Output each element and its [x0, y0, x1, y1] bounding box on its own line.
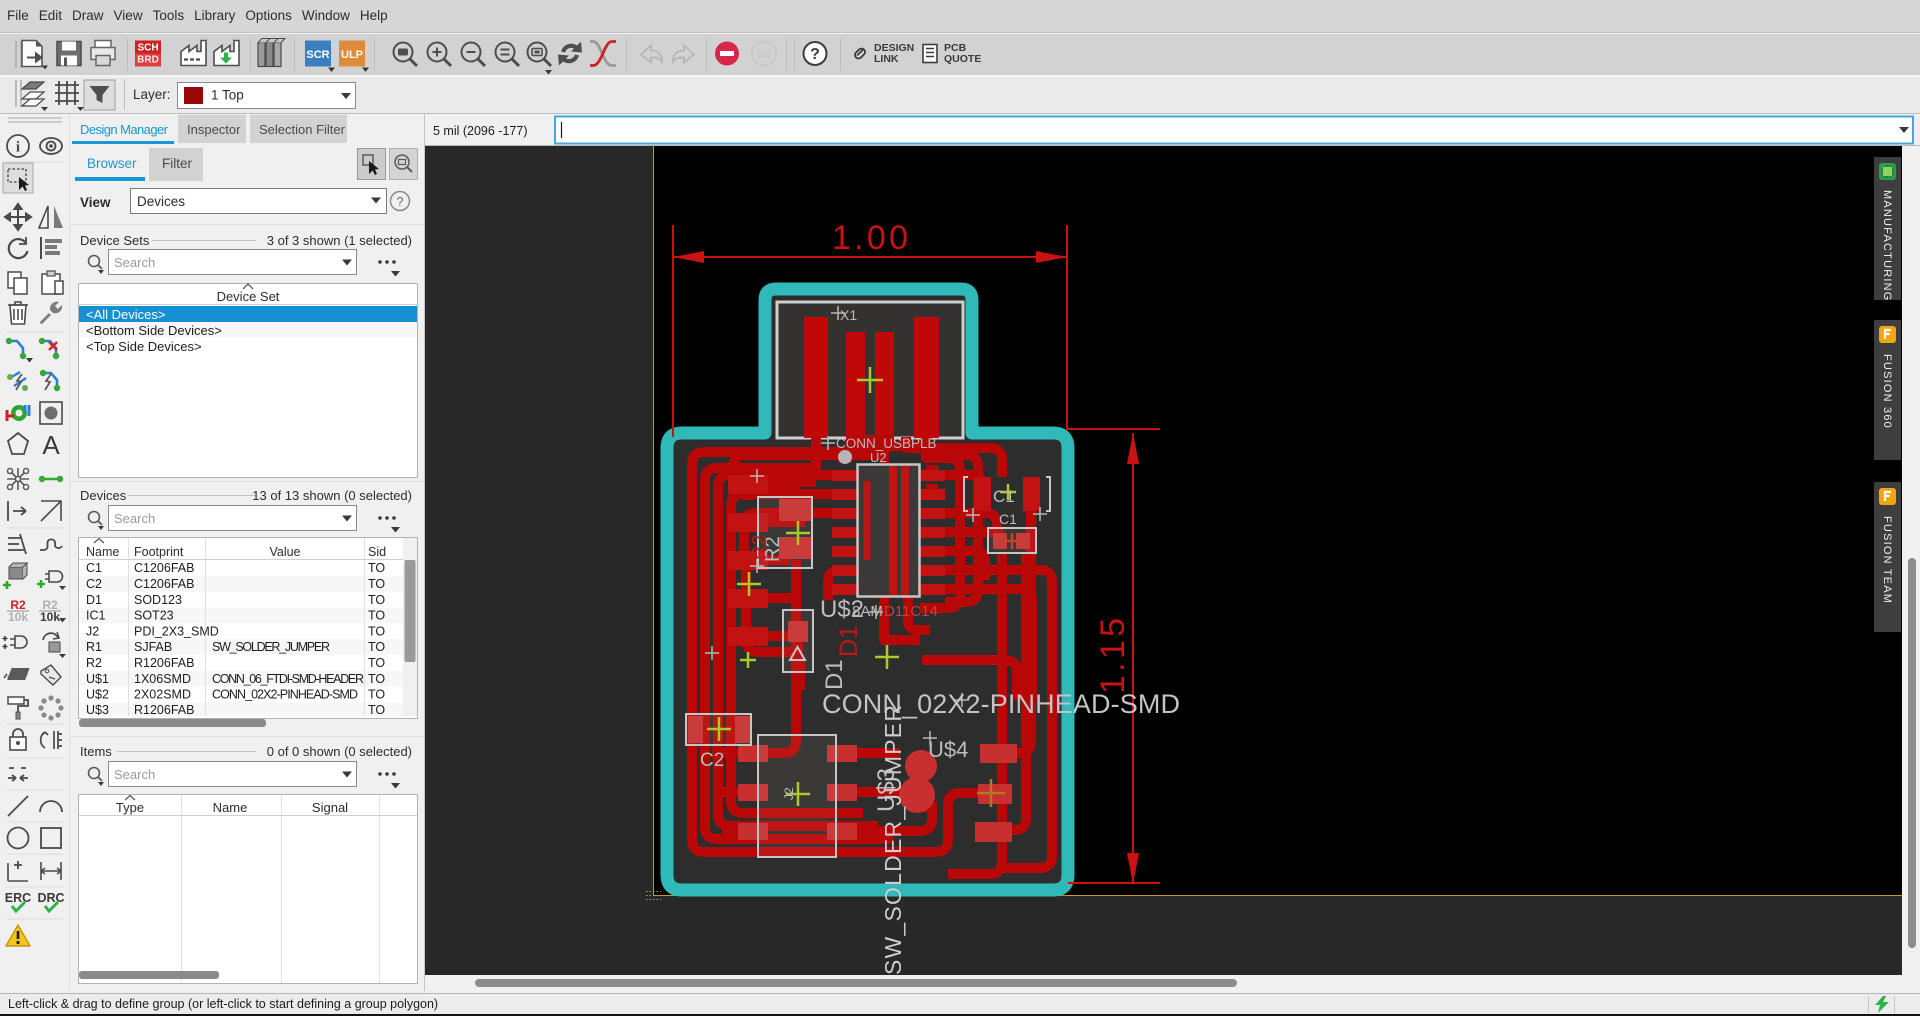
svg-text:J2: J2: [782, 787, 796, 800]
svg-text:Filter: Filter: [162, 156, 193, 171]
svg-text:C2: C2: [700, 750, 724, 771]
svg-text:Footprint: Footprint: [134, 545, 184, 559]
svg-text:U$3: U$3: [86, 703, 109, 717]
svg-text:C1: C1: [993, 487, 1015, 506]
svg-text:TO: TO: [368, 703, 385, 717]
svg-text:D1: D1: [86, 593, 102, 607]
svg-text:Items: Items: [80, 744, 112, 759]
svg-text:?: ?: [810, 46, 820, 63]
svg-text:CONN_USBPLB: CONN_USBPLB: [836, 436, 937, 451]
svg-text:SCH: SCH: [137, 43, 158, 54]
svg-text:View: View: [80, 195, 111, 210]
svg-text:R1: R1: [86, 640, 102, 654]
svg-text:i: i: [16, 140, 20, 156]
svg-text:1.15: 1.15: [1094, 618, 1132, 694]
svg-text:C1206FAB: C1206FAB: [134, 561, 194, 575]
svg-text:X1: X1: [840, 307, 857, 323]
svg-text:Sid: Sid: [368, 545, 386, 559]
svg-text:Name: Name: [86, 545, 119, 559]
svg-text:SOT23: SOT23: [134, 609, 174, 623]
svg-text:U$2: U$2: [86, 688, 109, 702]
svg-text:D1: D1: [821, 659, 848, 690]
svg-text:BRD: BRD: [137, 55, 159, 66]
svg-text:TO: TO: [368, 593, 385, 607]
svg-text:Search: Search: [114, 767, 155, 782]
svg-text:Selection Filter: Selection Filter: [259, 122, 346, 137]
svg-text:5 mil (2096 -177): 5 mil (2096 -177): [433, 124, 528, 138]
svg-text:U$4: U$4: [928, 737, 968, 762]
svg-text:C2: C2: [86, 577, 102, 591]
svg-text:Browser: Browser: [87, 156, 137, 171]
svg-text:Layer:: Layer:: [133, 87, 171, 102]
svg-text:Signal: Signal: [312, 800, 348, 815]
svg-text:ULP: ULP: [341, 49, 363, 61]
svg-text:SOD123: SOD123: [134, 593, 182, 607]
svg-text:D1: D1: [835, 625, 863, 657]
svg-text:SW_SOLDER_JUMPER: SW_SOLDER_JUMPER: [212, 640, 330, 654]
svg-text:C1206FAB: C1206FAB: [134, 577, 194, 591]
svg-text:LINK: LINK: [874, 53, 899, 65]
svg-text:U$1: U$1: [86, 672, 109, 686]
svg-text:13 of 13 shown (0 selected): 13 of 13 shown (0 selected): [252, 488, 412, 503]
svg-text:<Bottom Side Devices>: <Bottom Side Devices>: [86, 323, 222, 338]
svg-text:CONN_06_FTDI-SMD-HEADER: CONN_06_FTDI-SMD-HEADER: [212, 672, 364, 686]
svg-text:1X06SMD: 1X06SMD: [134, 672, 191, 686]
svg-text:2X02SMD: 2X02SMD: [134, 688, 191, 702]
svg-text:3 of 3 shown (1 selected): 3 of 3 shown (1 selected): [267, 233, 412, 248]
svg-text:Value: Value: [269, 545, 300, 559]
svg-text:TO: TO: [368, 672, 385, 686]
svg-text:J2: J2: [86, 625, 99, 639]
svg-text:Search: Search: [114, 511, 155, 526]
svg-text:Device Sets: Device Sets: [80, 233, 150, 248]
svg-text:TO: TO: [368, 561, 385, 575]
svg-text:TO: TO: [368, 577, 385, 591]
svg-text:Type: Type: [116, 800, 144, 815]
svg-text:1.00: 1.00: [832, 219, 908, 257]
svg-text:TO: TO: [368, 688, 385, 702]
svg-text:CONN_02X2-PINHEAD-SMD: CONN_02X2-PINHEAD-SMD: [212, 688, 358, 702]
svg-text:TO: TO: [368, 609, 385, 623]
svg-text:Device Set: Device Set: [217, 289, 280, 304]
svg-text:SJFAB: SJFAB: [134, 640, 172, 654]
svg-text:0 of 0 shown (0 selected): 0 of 0 shown (0 selected): [267, 744, 412, 759]
svg-text:Inspector: Inspector: [187, 122, 241, 137]
svg-text:GO: GO: [756, 50, 772, 61]
svg-text:R2: R2: [749, 534, 771, 560]
svg-text:D11C14: D11C14: [884, 603, 938, 620]
svg-text:C1: C1: [999, 511, 1017, 527]
svg-text:<Top Side Devices>: <Top Side Devices>: [86, 339, 202, 354]
svg-text:IC1: IC1: [86, 609, 106, 623]
svg-text:<All Devices>: <All Devices>: [86, 307, 165, 322]
svg-text:DRC: DRC: [37, 891, 64, 905]
svg-text:PDI_2X3_SMD: PDI_2X3_SMD: [134, 625, 219, 639]
svg-text:8AM: 8AM: [852, 603, 883, 620]
svg-text:SCR: SCR: [306, 49, 329, 61]
svg-text:Devices: Devices: [80, 488, 127, 503]
svg-text:QUOTE: QUOTE: [944, 53, 981, 65]
svg-text:10k: 10k: [40, 610, 60, 624]
svg-text:U2: U2: [870, 450, 887, 465]
svg-text:R1206FAB: R1206FAB: [134, 656, 194, 670]
svg-text:A: A: [42, 430, 60, 460]
svg-text:Design Manager: Design Manager: [80, 122, 169, 137]
svg-text:R1206FAB: R1206FAB: [134, 703, 194, 717]
svg-text:CONN_02X2-PINHEAD-SMD: CONN_02X2-PINHEAD-SMD: [822, 689, 1180, 719]
svg-text:1 Top: 1 Top: [211, 88, 244, 103]
svg-text:ERC: ERC: [5, 891, 31, 905]
svg-text:Name: Name: [213, 800, 248, 815]
svg-text:10k: 10k: [8, 610, 28, 624]
svg-text:TO: TO: [368, 656, 385, 670]
svg-text:R2: R2: [86, 656, 102, 670]
svg-text:C1: C1: [86, 561, 102, 575]
svg-text:SW_SOLDER_JUMPER: SW_SOLDER_JUMPER: [880, 705, 906, 975]
svg-text:?: ?: [397, 195, 404, 209]
svg-text:TO: TO: [368, 625, 385, 639]
svg-text:Search: Search: [114, 255, 155, 270]
svg-text:Devices: Devices: [137, 194, 185, 209]
svg-text:U$3: U$3: [873, 768, 900, 812]
svg-text:TO: TO: [368, 640, 385, 654]
